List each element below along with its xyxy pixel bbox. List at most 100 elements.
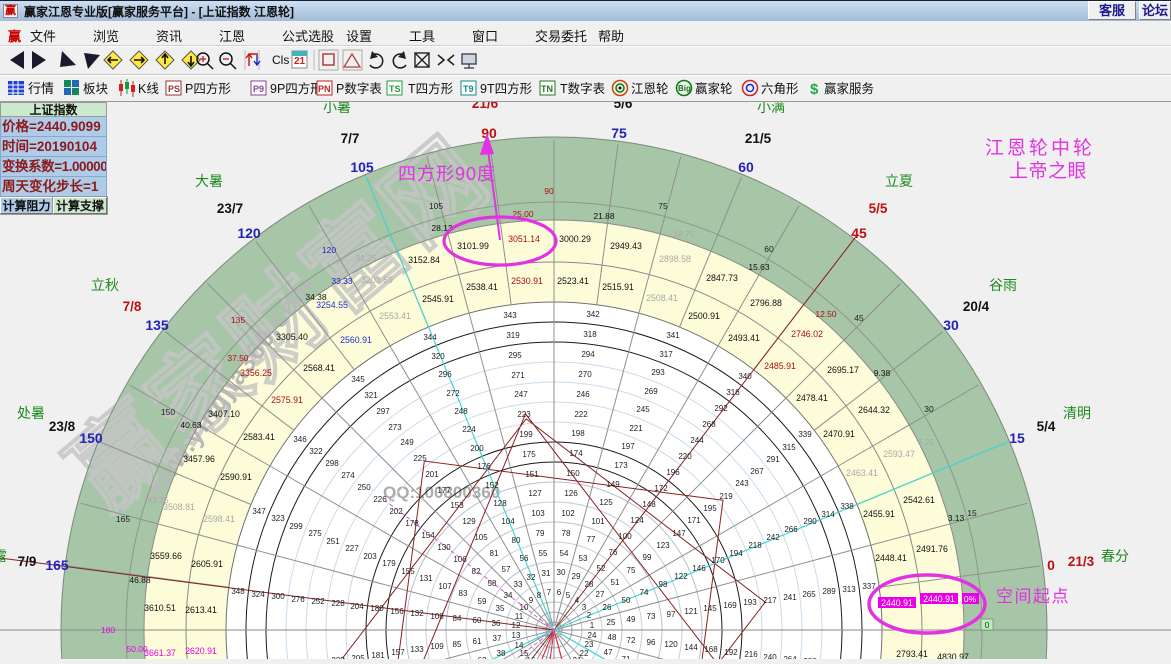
svg-text:7/9: 7/9 bbox=[18, 554, 37, 569]
svg-text:5/4: 5/4 bbox=[1037, 419, 1056, 434]
svg-text:3457.96: 3457.96 bbox=[183, 454, 215, 464]
svg-text:180: 180 bbox=[370, 604, 384, 613]
svg-text:181: 181 bbox=[371, 651, 385, 659]
svg-text:0: 0 bbox=[1047, 557, 1055, 573]
svg-text:216: 216 bbox=[744, 650, 758, 659]
svg-text:2847.73: 2847.73 bbox=[706, 273, 738, 283]
svg-text:2470.91: 2470.91 bbox=[823, 429, 855, 439]
svg-text:195: 195 bbox=[703, 504, 717, 513]
svg-text:行情: 行情 bbox=[28, 81, 54, 96]
svg-text:267: 267 bbox=[750, 467, 764, 476]
svg-text:清明: 清明 bbox=[1063, 405, 1091, 421]
svg-text:295: 295 bbox=[508, 351, 522, 360]
svg-text:268: 268 bbox=[702, 420, 716, 429]
svg-text:105: 105 bbox=[350, 159, 374, 175]
svg-text:168: 168 bbox=[704, 645, 718, 654]
svg-text:上帝之眼: 上帝之眼 bbox=[1009, 160, 1087, 182]
svg-text:21.88: 21.88 bbox=[593, 211, 615, 221]
svg-text:165: 165 bbox=[45, 557, 69, 573]
svg-text:0%: 0% bbox=[964, 594, 977, 604]
svg-text:339: 339 bbox=[798, 430, 812, 439]
svg-text:3051.14: 3051.14 bbox=[508, 234, 540, 244]
svg-text:PS: PS bbox=[168, 84, 180, 94]
svg-text:128: 128 bbox=[493, 499, 507, 508]
svg-text:板块: 板块 bbox=[83, 82, 109, 96]
svg-text:273: 273 bbox=[388, 423, 402, 432]
svg-text:2448.41: 2448.41 bbox=[875, 553, 907, 563]
svg-text:296: 296 bbox=[438, 370, 452, 379]
svg-text:179: 179 bbox=[382, 559, 396, 568]
svg-text:292: 292 bbox=[714, 404, 728, 413]
svg-text:84: 84 bbox=[453, 614, 462, 623]
svg-text:六角形: 六角形 bbox=[761, 82, 799, 96]
svg-text:322: 322 bbox=[309, 447, 323, 456]
svg-text:18.75: 18.75 bbox=[673, 229, 695, 239]
svg-text:21: 21 bbox=[294, 56, 306, 67]
svg-text:170: 170 bbox=[711, 556, 725, 565]
svg-text:27: 27 bbox=[596, 590, 605, 599]
svg-text:1: 1 bbox=[590, 621, 595, 630]
svg-text:75: 75 bbox=[611, 125, 627, 141]
svg-text:PN: PN bbox=[318, 84, 331, 94]
svg-text:300: 300 bbox=[271, 592, 285, 601]
svg-text:347: 347 bbox=[252, 507, 266, 516]
svg-text:155: 155 bbox=[401, 567, 415, 576]
svg-text:246: 246 bbox=[576, 390, 590, 399]
svg-text:2523.41: 2523.41 bbox=[557, 276, 589, 286]
svg-text:177: 177 bbox=[437, 486, 451, 495]
svg-text:60: 60 bbox=[738, 159, 754, 175]
svg-text:小暑: 小暑 bbox=[323, 102, 351, 115]
svg-text:193: 193 bbox=[743, 598, 757, 607]
svg-text:3610.51: 3610.51 bbox=[144, 603, 176, 613]
svg-text:71: 71 bbox=[622, 655, 631, 659]
svg-text:204: 204 bbox=[350, 602, 364, 611]
svg-text:3000.29: 3000.29 bbox=[559, 234, 591, 244]
svg-text:318: 318 bbox=[583, 330, 597, 339]
svg-text:2545.91: 2545.91 bbox=[422, 294, 454, 304]
svg-text:219: 219 bbox=[719, 492, 733, 501]
svg-text:15.63: 15.63 bbox=[748, 262, 770, 272]
svg-text:2796.88: 2796.88 bbox=[750, 298, 782, 308]
svg-text:51: 51 bbox=[611, 578, 620, 587]
svg-text:12.50: 12.50 bbox=[815, 309, 837, 319]
svg-text:224: 224 bbox=[462, 425, 476, 434]
svg-text:3305.40: 3305.40 bbox=[276, 332, 308, 342]
svg-text:2583.41: 2583.41 bbox=[243, 432, 275, 442]
svg-text:2455.91: 2455.91 bbox=[863, 509, 895, 519]
svg-text:15: 15 bbox=[1009, 430, 1025, 446]
svg-text:120: 120 bbox=[237, 225, 261, 241]
svg-text:90: 90 bbox=[481, 125, 497, 141]
svg-text:处暑: 处暑 bbox=[17, 405, 45, 421]
svg-text:50.00: 50.00 bbox=[126, 644, 148, 654]
svg-text:146: 146 bbox=[692, 564, 706, 573]
svg-text:127: 127 bbox=[528, 489, 542, 498]
svg-text:198: 198 bbox=[571, 429, 585, 438]
svg-text:3.13: 3.13 bbox=[948, 513, 965, 523]
svg-text:2598.41: 2598.41 bbox=[203, 514, 235, 524]
svg-text:218: 218 bbox=[748, 541, 762, 550]
svg-text:342: 342 bbox=[586, 310, 600, 319]
svg-text:226: 226 bbox=[373, 495, 387, 504]
svg-text:25: 25 bbox=[607, 618, 616, 627]
svg-text:156: 156 bbox=[390, 607, 404, 616]
svg-text:104: 104 bbox=[501, 517, 515, 526]
svg-text:Big: Big bbox=[678, 84, 691, 93]
svg-text:98: 98 bbox=[659, 580, 668, 589]
svg-text:75: 75 bbox=[627, 566, 636, 575]
svg-text:23/8: 23/8 bbox=[49, 419, 76, 434]
svg-text:11: 11 bbox=[515, 612, 524, 621]
svg-text:150: 150 bbox=[79, 430, 103, 446]
svg-text:124: 124 bbox=[630, 516, 644, 525]
svg-text:122: 122 bbox=[674, 572, 688, 581]
svg-text:45: 45 bbox=[851, 225, 867, 241]
svg-text:$: $ bbox=[810, 81, 819, 98]
svg-text:30: 30 bbox=[557, 568, 566, 577]
svg-text:2515.91: 2515.91 bbox=[602, 282, 634, 292]
svg-text:空间起点: 空间起点 bbox=[996, 587, 1070, 606]
svg-text:32: 32 bbox=[527, 573, 536, 582]
svg-text:178: 178 bbox=[405, 519, 419, 528]
svg-text:174: 174 bbox=[569, 449, 583, 458]
svg-text:12: 12 bbox=[512, 621, 521, 630]
svg-text:P9: P9 bbox=[253, 84, 264, 94]
svg-text:131: 131 bbox=[419, 574, 433, 583]
